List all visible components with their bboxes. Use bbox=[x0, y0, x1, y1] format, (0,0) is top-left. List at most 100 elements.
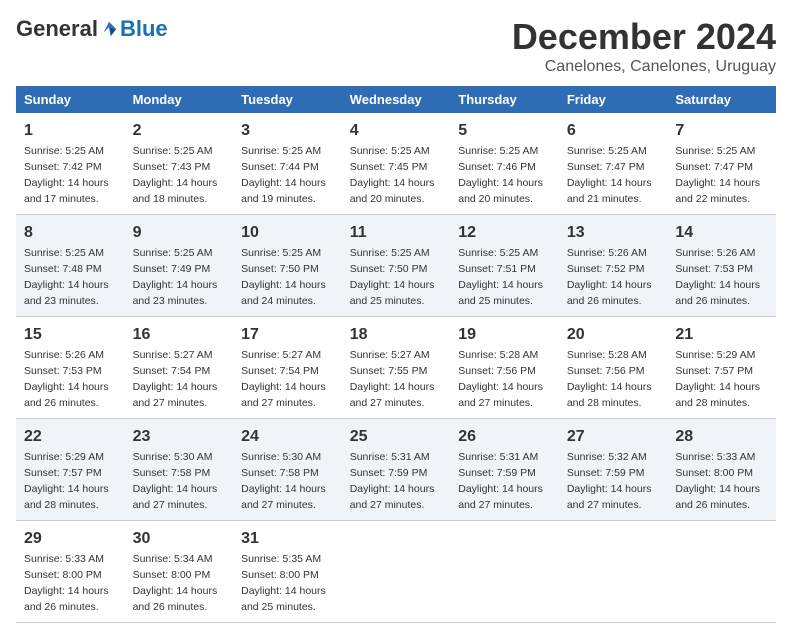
title-block: December 2024 Canelones, Canelones, Urug… bbox=[512, 16, 776, 76]
calendar-cell: 16 Sunrise: 5:27 AMSunset: 7:54 PMDaylig… bbox=[125, 316, 234, 418]
calendar-week-row: 29 Sunrise: 5:33 AMSunset: 8:00 PMDaylig… bbox=[16, 520, 776, 622]
calendar-cell: 22 Sunrise: 5:29 AMSunset: 7:57 PMDaylig… bbox=[16, 418, 125, 520]
day-number: 31 bbox=[241, 527, 334, 550]
day-info: Sunrise: 5:26 AMSunset: 7:53 PMDaylight:… bbox=[24, 349, 109, 409]
day-info: Sunrise: 5:25 AMSunset: 7:44 PMDaylight:… bbox=[241, 145, 326, 205]
day-number: 6 bbox=[567, 119, 660, 142]
calendar-cell: 30 Sunrise: 5:34 AMSunset: 8:00 PMDaylig… bbox=[125, 520, 234, 622]
day-number: 12 bbox=[458, 221, 551, 244]
day-info: Sunrise: 5:31 AMSunset: 7:59 PMDaylight:… bbox=[350, 451, 435, 511]
day-info: Sunrise: 5:25 AMSunset: 7:51 PMDaylight:… bbox=[458, 247, 543, 307]
day-info: Sunrise: 5:25 AMSunset: 7:48 PMDaylight:… bbox=[24, 247, 109, 307]
day-info: Sunrise: 5:34 AMSunset: 8:00 PMDaylight:… bbox=[133, 553, 218, 613]
day-number: 4 bbox=[350, 119, 443, 142]
day-info: Sunrise: 5:30 AMSunset: 7:58 PMDaylight:… bbox=[241, 451, 326, 511]
day-number: 11 bbox=[350, 221, 443, 244]
day-number: 8 bbox=[24, 221, 117, 244]
day-number: 27 bbox=[567, 425, 660, 448]
calendar-cell: 19 Sunrise: 5:28 AMSunset: 7:56 PMDaylig… bbox=[450, 316, 559, 418]
calendar-cell: 24 Sunrise: 5:30 AMSunset: 7:58 PMDaylig… bbox=[233, 418, 342, 520]
day-info: Sunrise: 5:25 AMSunset: 7:47 PMDaylight:… bbox=[675, 145, 760, 205]
calendar-cell bbox=[559, 520, 668, 622]
day-number: 25 bbox=[350, 425, 443, 448]
calendar-cell: 10 Sunrise: 5:25 AMSunset: 7:50 PMDaylig… bbox=[233, 214, 342, 316]
calendar-cell: 12 Sunrise: 5:25 AMSunset: 7:51 PMDaylig… bbox=[450, 214, 559, 316]
day-info: Sunrise: 5:32 AMSunset: 7:59 PMDaylight:… bbox=[567, 451, 652, 511]
calendar-cell: 25 Sunrise: 5:31 AMSunset: 7:59 PMDaylig… bbox=[342, 418, 451, 520]
page-header: General Blue December 2024 Canelones, Ca… bbox=[16, 16, 776, 76]
calendar-cell: 23 Sunrise: 5:30 AMSunset: 7:58 PMDaylig… bbox=[125, 418, 234, 520]
day-number: 14 bbox=[675, 221, 768, 244]
day-info: Sunrise: 5:27 AMSunset: 7:54 PMDaylight:… bbox=[241, 349, 326, 409]
calendar-week-row: 8 Sunrise: 5:25 AMSunset: 7:48 PMDayligh… bbox=[16, 214, 776, 316]
calendar-cell: 17 Sunrise: 5:27 AMSunset: 7:54 PMDaylig… bbox=[233, 316, 342, 418]
calendar-cell: 14 Sunrise: 5:26 AMSunset: 7:53 PMDaylig… bbox=[667, 214, 776, 316]
day-number: 20 bbox=[567, 323, 660, 346]
day-info: Sunrise: 5:25 AMSunset: 7:45 PMDaylight:… bbox=[350, 145, 435, 205]
calendar-table: SundayMondayTuesdayWednesdayThursdayFrid… bbox=[16, 86, 776, 623]
calendar-cell: 26 Sunrise: 5:31 AMSunset: 7:59 PMDaylig… bbox=[450, 418, 559, 520]
calendar-week-row: 15 Sunrise: 5:26 AMSunset: 7:53 PMDaylig… bbox=[16, 316, 776, 418]
day-info: Sunrise: 5:31 AMSunset: 7:59 PMDaylight:… bbox=[458, 451, 543, 511]
day-number: 21 bbox=[675, 323, 768, 346]
day-number: 23 bbox=[133, 425, 226, 448]
day-info: Sunrise: 5:33 AMSunset: 8:00 PMDaylight:… bbox=[24, 553, 109, 613]
day-info: Sunrise: 5:28 AMSunset: 7:56 PMDaylight:… bbox=[458, 349, 543, 409]
day-number: 17 bbox=[241, 323, 334, 346]
day-number: 3 bbox=[241, 119, 334, 142]
calendar-cell: 5 Sunrise: 5:25 AMSunset: 7:46 PMDayligh… bbox=[450, 113, 559, 214]
day-info: Sunrise: 5:26 AMSunset: 7:52 PMDaylight:… bbox=[567, 247, 652, 307]
calendar-cell: 29 Sunrise: 5:33 AMSunset: 8:00 PMDaylig… bbox=[16, 520, 125, 622]
day-info: Sunrise: 5:27 AMSunset: 7:54 PMDaylight:… bbox=[133, 349, 218, 409]
day-info: Sunrise: 5:27 AMSunset: 7:55 PMDaylight:… bbox=[350, 349, 435, 409]
day-info: Sunrise: 5:29 AMSunset: 7:57 PMDaylight:… bbox=[675, 349, 760, 409]
calendar-cell: 1 Sunrise: 5:25 AMSunset: 7:42 PMDayligh… bbox=[16, 113, 125, 214]
calendar-cell: 4 Sunrise: 5:25 AMSunset: 7:45 PMDayligh… bbox=[342, 113, 451, 214]
day-number: 9 bbox=[133, 221, 226, 244]
calendar-cell: 2 Sunrise: 5:25 AMSunset: 7:43 PMDayligh… bbox=[125, 113, 234, 214]
day-number: 30 bbox=[133, 527, 226, 550]
calendar-cell bbox=[667, 520, 776, 622]
header-sunday: Sunday bbox=[16, 86, 125, 113]
day-info: Sunrise: 5:33 AMSunset: 8:00 PMDaylight:… bbox=[675, 451, 760, 511]
calendar-cell: 9 Sunrise: 5:25 AMSunset: 7:49 PMDayligh… bbox=[125, 214, 234, 316]
day-number: 1 bbox=[24, 119, 117, 142]
day-number: 15 bbox=[24, 323, 117, 346]
calendar-cell: 3 Sunrise: 5:25 AMSunset: 7:44 PMDayligh… bbox=[233, 113, 342, 214]
month-title: December 2024 bbox=[512, 16, 776, 58]
calendar-week-row: 1 Sunrise: 5:25 AMSunset: 7:42 PMDayligh… bbox=[16, 113, 776, 214]
day-number: 19 bbox=[458, 323, 551, 346]
day-number: 2 bbox=[133, 119, 226, 142]
day-info: Sunrise: 5:26 AMSunset: 7:53 PMDaylight:… bbox=[675, 247, 760, 307]
logo-blue: Blue bbox=[120, 16, 168, 42]
calendar-cell: 27 Sunrise: 5:32 AMSunset: 7:59 PMDaylig… bbox=[559, 418, 668, 520]
calendar-cell: 20 Sunrise: 5:28 AMSunset: 7:56 PMDaylig… bbox=[559, 316, 668, 418]
day-info: Sunrise: 5:25 AMSunset: 7:49 PMDaylight:… bbox=[133, 247, 218, 307]
calendar-header-row: SundayMondayTuesdayWednesdayThursdayFrid… bbox=[16, 86, 776, 113]
header-friday: Friday bbox=[559, 86, 668, 113]
day-number: 29 bbox=[24, 527, 117, 550]
calendar-cell: 8 Sunrise: 5:25 AMSunset: 7:48 PMDayligh… bbox=[16, 214, 125, 316]
location: Canelones, Canelones, Uruguay bbox=[512, 58, 776, 76]
day-number: 7 bbox=[675, 119, 768, 142]
day-number: 22 bbox=[24, 425, 117, 448]
day-number: 13 bbox=[567, 221, 660, 244]
day-number: 18 bbox=[350, 323, 443, 346]
calendar-cell bbox=[450, 520, 559, 622]
day-info: Sunrise: 5:28 AMSunset: 7:56 PMDaylight:… bbox=[567, 349, 652, 409]
calendar-cell: 18 Sunrise: 5:27 AMSunset: 7:55 PMDaylig… bbox=[342, 316, 451, 418]
day-info: Sunrise: 5:29 AMSunset: 7:57 PMDaylight:… bbox=[24, 451, 109, 511]
day-number: 24 bbox=[241, 425, 334, 448]
day-info: Sunrise: 5:25 AMSunset: 7:47 PMDaylight:… bbox=[567, 145, 652, 205]
calendar-cell: 6 Sunrise: 5:25 AMSunset: 7:47 PMDayligh… bbox=[559, 113, 668, 214]
calendar-cell bbox=[342, 520, 451, 622]
day-info: Sunrise: 5:25 AMSunset: 7:50 PMDaylight:… bbox=[241, 247, 326, 307]
calendar-week-row: 22 Sunrise: 5:29 AMSunset: 7:57 PMDaylig… bbox=[16, 418, 776, 520]
calendar-cell: 15 Sunrise: 5:26 AMSunset: 7:53 PMDaylig… bbox=[16, 316, 125, 418]
header-monday: Monday bbox=[125, 86, 234, 113]
day-info: Sunrise: 5:30 AMSunset: 7:58 PMDaylight:… bbox=[133, 451, 218, 511]
header-tuesday: Tuesday bbox=[233, 86, 342, 113]
header-thursday: Thursday bbox=[450, 86, 559, 113]
day-number: 28 bbox=[675, 425, 768, 448]
calendar-cell: 28 Sunrise: 5:33 AMSunset: 8:00 PMDaylig… bbox=[667, 418, 776, 520]
